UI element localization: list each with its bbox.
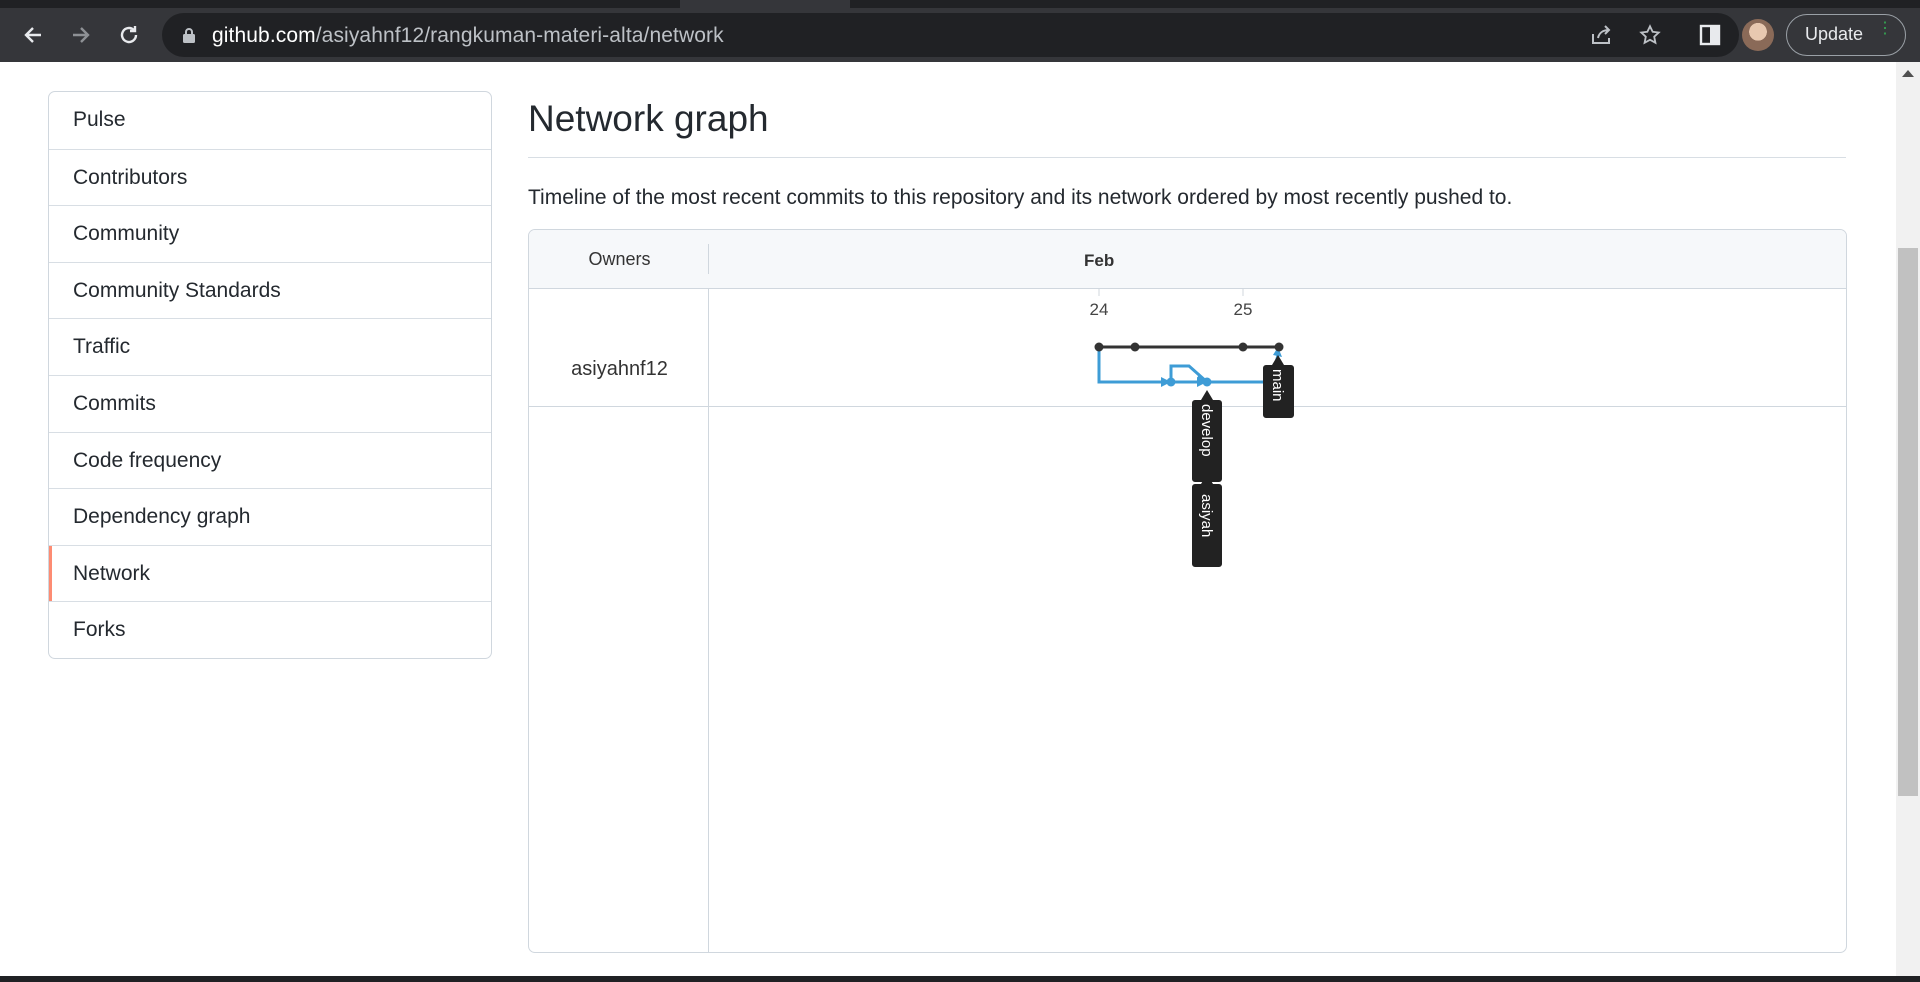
sidebar-item-contributors[interactable]: Contributors [49,148,491,206]
bookmark-button[interactable] [1636,21,1664,49]
sidebar-item-pulse[interactable]: Pulse [49,92,491,149]
branch-label-asiyah[interactable]: asiyah [1192,474,1222,567]
commit-dot[interactable] [1094,342,1104,352]
day-label: 24 [1090,300,1109,319]
sidebar-item-label: Dependency graph [73,505,251,529]
back-button[interactable] [16,18,50,52]
commit-dot[interactable] [1238,342,1248,352]
url-path: /asiyahnf12/rangkuman-materi-alta/networ… [315,24,724,47]
insights-sidebar: Pulse Contributors Community Community S… [48,91,492,659]
sidebar-item-label: Commits [73,391,156,415]
sidebar-item-commits[interactable]: Commits [49,374,491,432]
reload-icon [120,26,138,44]
update-button[interactable]: Update ⋮ [1786,14,1906,56]
sidebar-item-label: Community Standards [73,278,281,302]
sidebar-item-label: Community [73,222,180,246]
branch-label-develop[interactable]: develop [1192,390,1222,482]
arrow-left-icon [24,27,41,43]
branch-label-text: asiyah [1198,494,1215,537]
lock-icon[interactable] [182,27,196,43]
sidebar-item-label: Network [73,561,151,585]
reload-button[interactable] [112,18,146,52]
page-content: Pulse Contributors Community Community S… [0,62,1896,976]
scrollbar-thumb[interactable] [1898,248,1918,796]
commit-dot[interactable] [1130,342,1140,352]
address-bar[interactable]: github.com/asiyahnf12/rangkuman-materi-a… [162,13,1739,57]
branch-label-main[interactable]: main [1263,355,1294,418]
sidebar-item-label: Contributors [73,165,188,189]
share-button[interactable] [1588,21,1616,49]
day-label: 25 [1234,300,1253,319]
sidebar-item-dependency-graph[interactable]: Dependency graph [49,488,491,545]
tab-strip-right [850,0,1920,8]
more-menu-icon: ⋮ [1877,20,1893,37]
commit-graph-canvas: 24 25 main develop asiyah [1090,289,1294,567]
side-panel-button[interactable] [1695,20,1725,50]
sidebar-item-label: Pulse [73,108,126,131]
commit-dot[interactable] [1274,342,1284,352]
scroll-up-arrow-icon[interactable] [1902,70,1914,77]
browser-chrome: github.com/asiyahnf12/rangkuman-materi-a… [0,0,1920,62]
network-graph[interactable]: Owners Feb asiyahnf12 24 25 main develop… [528,229,1847,953]
sidebar-item-label: Forks [73,618,126,642]
sidebar-item-forks[interactable]: Forks [49,601,491,658]
sidebar-item-label: Traffic [73,335,131,359]
update-label: Update [1805,24,1864,44]
commit-dot[interactable] [1166,377,1176,387]
sidebar-item-code-frequency[interactable]: Code frequency [49,431,491,489]
sidebar-item-community-standards[interactable]: Community Standards [49,261,491,319]
tab-strip-left [0,0,680,8]
url-text[interactable]: github.com/asiyahnf12/rangkuman-materi-a… [212,24,724,48]
branch-label-text: main [1269,369,1286,402]
sidebar-item-community[interactable]: Community [49,205,491,262]
page-description: Timeline of the most recent commits to t… [528,186,1513,209]
sidebar-item-label: Code frequency [73,448,222,472]
title-divider [528,157,1846,158]
side-panel-icon [1699,24,1721,46]
url-host: github.com [212,24,316,47]
page-title: Network graph [528,98,769,139]
browser-toolbar: github.com/asiyahnf12/rangkuman-materi-a… [0,8,1920,62]
sidebar-item-traffic[interactable]: Traffic [49,318,491,375]
branch-label-text: develop [1198,404,1215,457]
forward-button[interactable] [64,18,98,52]
star-icon [1639,24,1661,45]
bottom-edge [0,976,1920,982]
share-icon [1592,25,1611,44]
sidebar-item-network[interactable]: Network [49,544,491,602]
arrow-right-icon [73,27,90,43]
branch-develop-line [1097,347,1280,384]
profile-avatar[interactable] [1742,19,1774,51]
commit-dot[interactable] [1202,377,1212,387]
